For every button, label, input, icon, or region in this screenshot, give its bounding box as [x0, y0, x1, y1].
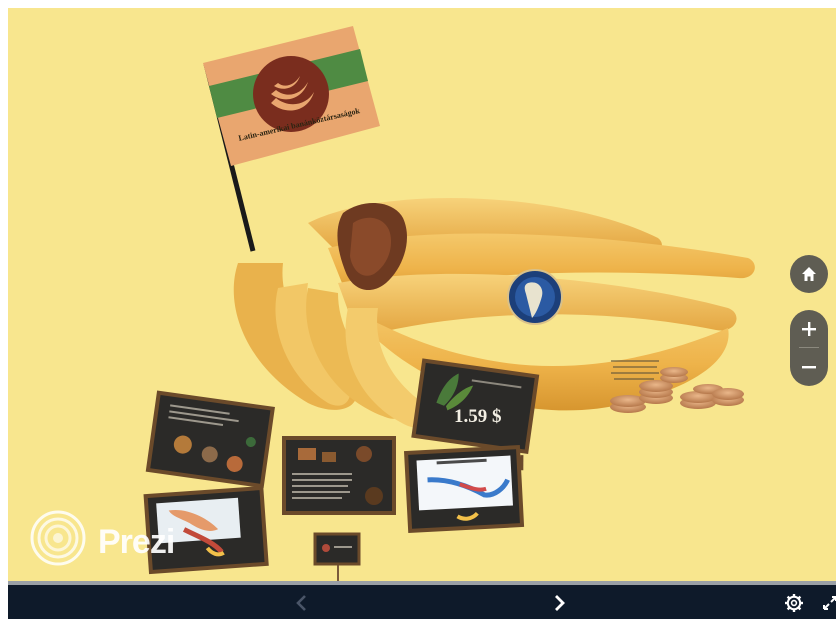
settings-button[interactable]: [782, 591, 806, 615]
prezi-logo: Prezi: [30, 513, 175, 571]
next-button[interactable]: [547, 591, 571, 615]
home-icon: [802, 267, 816, 281]
prezi-logo-text: Prezi: [98, 522, 175, 561]
zoom-out-button[interactable]: [790, 348, 828, 386]
bottom-navigation-bar: [8, 581, 836, 619]
plus-icon: [802, 322, 816, 336]
presentation-canvas: [30, 26, 755, 581]
previous-button[interactable]: [290, 591, 314, 615]
chevron-left-icon: [296, 595, 306, 611]
chevron-right-icon: [555, 595, 565, 611]
prezi-stage[interactable]: Latin-amerikai banánköztársaságok 1.59 $…: [8, 8, 836, 581]
home-button[interactable]: [790, 255, 828, 293]
fullscreen-icon: [823, 596, 836, 610]
small-signpost: [313, 532, 361, 581]
gear-icon: [785, 594, 803, 612]
latin-america-emblem: [507, 269, 563, 325]
zoom-in-button[interactable]: [790, 310, 828, 348]
chalkboard-food-items: [145, 390, 275, 489]
fullscreen-button[interactable]: [818, 591, 836, 615]
chalkboard-map-right: [403, 445, 525, 533]
zoom-controls: [790, 310, 828, 386]
minus-icon: [802, 366, 816, 369]
price-label: 1.59 $: [454, 406, 502, 427]
chalkboard-cocoa: [282, 436, 396, 515]
